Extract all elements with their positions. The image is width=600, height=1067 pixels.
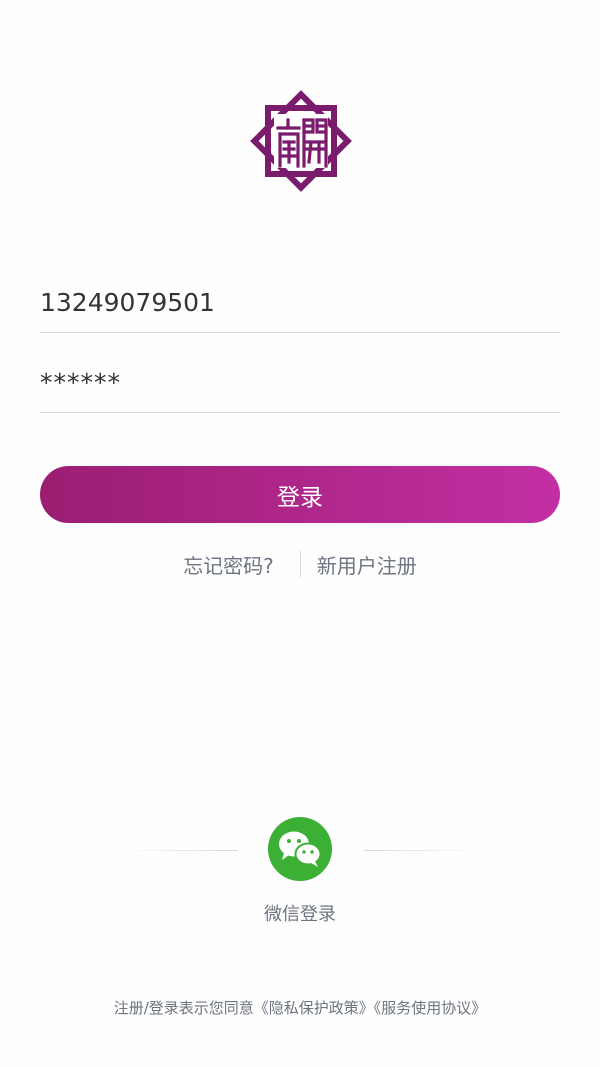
link-divider bbox=[299, 551, 301, 577]
password-input[interactable] bbox=[40, 353, 560, 412]
agreement-prefix: 注册/登录表示您同意 bbox=[113, 999, 254, 1017]
divider-left bbox=[118, 850, 238, 851]
privacy-policy-link[interactable]: 《隐私保护政策》 bbox=[254, 999, 374, 1017]
wechat-login-label: 微信登录 bbox=[264, 904, 336, 925]
login-button[interactable]: 登录 bbox=[40, 466, 560, 523]
phone-input[interactable] bbox=[40, 273, 560, 332]
register-link[interactable]: 新用户注册 bbox=[317, 550, 417, 579]
service-agreement-link[interactable]: 《服务使用协议》 bbox=[374, 999, 487, 1017]
agreement-text: 注册/登录表示您同意《隐私保护政策》《服务使用协议》 bbox=[0, 997, 600, 1018]
login-screen: 登录 忘记密码? 新用户注册 微信登录 注册/登录表示您同意《隐私保护政策》《服… bbox=[0, 0, 600, 1067]
wechat-login-button[interactable] bbox=[268, 817, 332, 881]
wechat-icon bbox=[279, 831, 322, 867]
phone-field-container bbox=[40, 273, 560, 333]
forgot-password-link[interactable]: 忘记密码? bbox=[183, 550, 274, 579]
divider-right bbox=[364, 850, 484, 851]
account-links: 忘记密码? 新用户注册 bbox=[0, 548, 600, 580]
nankai-logo bbox=[236, 76, 366, 206]
nankai-seal-icon bbox=[250, 90, 352, 192]
password-field-container bbox=[40, 353, 560, 413]
